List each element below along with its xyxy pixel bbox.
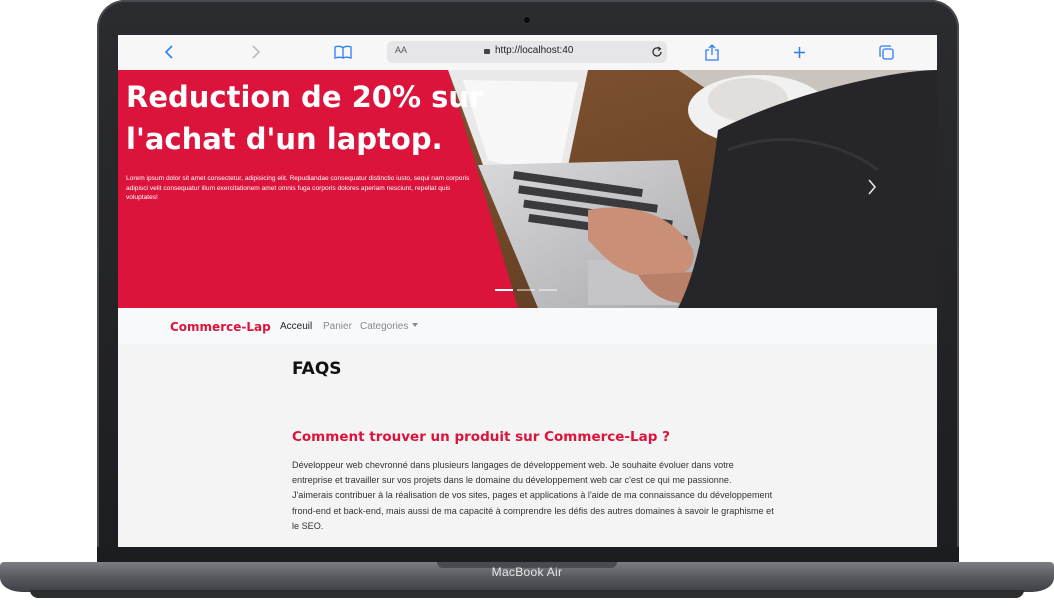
nav-item-panier[interactable]: Panier (323, 321, 352, 332)
page-title: FAQS (292, 359, 342, 379)
faq-question: Comment trouver un produit sur Commerce-… (292, 429, 670, 445)
carousel-indicator[interactable] (517, 289, 535, 291)
browser-toolbar: AA http://localhost:40 (118, 35, 937, 71)
hero-carousel: Reduction de 20% sur l'achat d'un laptop… (118, 70, 937, 308)
carousel-indicator[interactable] (495, 289, 513, 291)
brand-logo[interactable]: Commerce-Lap (170, 320, 271, 334)
tabs-icon (878, 44, 894, 60)
share-button[interactable] (702, 41, 722, 63)
lock-icon (484, 49, 490, 54)
address-bar[interactable]: AA http://localhost:40 (387, 41, 667, 63)
device-label: MacBook Air (491, 565, 563, 579)
url-text[interactable]: http://localhost:40 (495, 45, 573, 56)
carousel-next-button[interactable] (867, 178, 877, 202)
nav-item-categories-label: Categories (360, 321, 409, 332)
carousel-indicators (495, 289, 557, 291)
hero-title: Reduction de 20% sur l'achat d'un laptop… (126, 80, 484, 156)
chevron-right-icon (868, 179, 877, 195)
tabs-overview-button[interactable] (876, 41, 896, 63)
text-size-button[interactable]: AA (395, 45, 407, 55)
faq-answer: Développeur web chevronné dans plusieurs… (292, 460, 774, 531)
plus-icon (793, 46, 805, 58)
back-button[interactable] (160, 41, 178, 63)
navbar: Commerce-Lap Acceuil Panier Categories (118, 308, 937, 345)
chevron-right-icon (252, 45, 261, 59)
bookmarks-button[interactable] (332, 41, 354, 63)
carousel-indicator[interactable] (539, 289, 557, 291)
forward-button[interactable] (247, 41, 265, 63)
faq-section: FAQS Comment trouver un produit sur Comm… (118, 344, 937, 547)
share-icon (705, 43, 719, 61)
caret-down-icon (412, 323, 419, 327)
reload-icon[interactable] (651, 46, 663, 58)
laptop-base-bottom (30, 590, 1024, 598)
camera (524, 17, 530, 23)
screen: AA http://localhost:40 Reduction de 20% … (118, 35, 937, 547)
book-icon (334, 45, 352, 59)
nav-item-categories[interactable]: Categories (360, 321, 419, 332)
chevron-left-icon (164, 45, 173, 59)
nav-item-acceuil[interactable]: Acceuil (280, 321, 312, 332)
hero-text: Lorem ipsum dolor sit amet consectetur, … (126, 175, 470, 201)
new-tab-button[interactable] (789, 41, 809, 63)
